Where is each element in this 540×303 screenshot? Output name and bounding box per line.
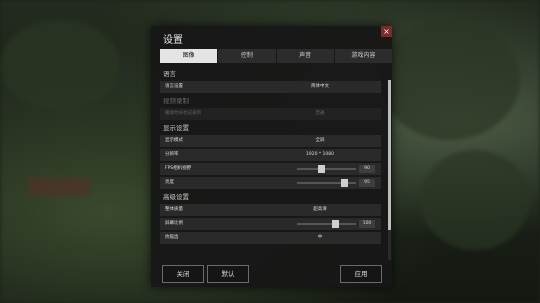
tab-graphics[interactable]: 图像 — [160, 49, 218, 63]
tab-audio[interactable]: 声音 — [276, 49, 334, 63]
slider-thumb[interactable] — [318, 165, 326, 173]
setting-value[interactable]: 简体中文 — [290, 81, 350, 93]
setting-video-record: 播放时间也记录到 普通 — [160, 108, 381, 120]
slider-thumb[interactable] — [331, 220, 339, 228]
setting-language[interactable]: 语言设置 简体中文 — [160, 81, 381, 93]
tab-gameplay[interactable]: 游戏内容 — [334, 49, 392, 63]
setting-overall-quality[interactable]: 整体质量 超高清 — [160, 204, 381, 216]
close-icon[interactable]: × — [381, 26, 392, 37]
tab-controls[interactable]: 控制 — [218, 49, 276, 63]
default-button[interactable]: 默认 — [207, 265, 249, 283]
background-house — [28, 178, 90, 196]
setting-anti-aliasing[interactable]: 抗锯齿 中 — [160, 232, 381, 244]
dialog-footer: 关闭 默认 应用 — [160, 265, 393, 283]
settings-dialog: 设置 × 图像 控制 声音 游戏内容 语言 语言设置 简体中文 视频录制 播放时… — [151, 26, 392, 287]
setting-fps-fov: FPS相机视野 90 — [160, 163, 381, 175]
screen-scale-number-input[interactable]: 100 — [359, 220, 375, 228]
setting-value: 普通 — [315, 111, 325, 116]
brightness-slider[interactable] — [297, 179, 356, 187]
setting-display-mode[interactable]: 显示模式 全屏 — [160, 135, 381, 147]
scrollbar-thumb[interactable] — [388, 80, 391, 230]
setting-label: 显示模式 — [165, 138, 183, 143]
background-tree — [0, 20, 120, 110]
setting-label: 播放时间也记录到 — [165, 111, 201, 116]
setting-label: 亮度 — [165, 180, 174, 185]
setting-value[interactable]: 1920 * 1080 — [290, 149, 350, 161]
setting-value[interactable]: 全屏 — [290, 135, 350, 147]
setting-label: 分辨率 — [165, 152, 179, 157]
close-button[interactable]: 关闭 — [162, 265, 204, 283]
section-display-title: 显示设置 — [163, 124, 189, 132]
background-tree — [420, 150, 530, 250]
scrollbar[interactable] — [388, 80, 391, 260]
setting-screen-scale: 屏幕比例 100 — [160, 218, 381, 230]
fov-number-input[interactable]: 90 — [359, 165, 375, 173]
setting-brightness: 亮度 95 — [160, 177, 381, 189]
section-advanced-title: 高级设置 — [163, 193, 189, 201]
setting-value[interactable]: 超高清 — [290, 204, 350, 216]
tab-bar: 图像 控制 声音 游戏内容 — [160, 49, 393, 63]
slider-thumb[interactable] — [340, 179, 348, 187]
setting-label: 抗锯齿 — [165, 235, 179, 240]
setting-label: FPS相机视野 — [165, 166, 192, 171]
setting-label: 整体质量 — [165, 207, 183, 212]
section-video-title: 视频录制 — [163, 97, 189, 105]
fov-slider[interactable] — [297, 165, 356, 173]
setting-resolution[interactable]: 分辨率 1920 * 1080 — [160, 149, 381, 161]
setting-value[interactable]: 中 — [290, 232, 350, 244]
background-tree — [380, 20, 520, 140]
setting-label: 屏幕比例 — [165, 221, 183, 226]
apply-button[interactable]: 应用 — [340, 265, 382, 283]
settings-panel: 语言 语言设置 简体中文 视频录制 播放时间也记录到 普通 显示设置 显示模式 … — [160, 66, 393, 274]
brightness-number-input[interactable]: 95 — [359, 179, 375, 187]
dialog-title: 设置 — [163, 35, 183, 46]
section-language-title: 语言 — [163, 70, 176, 78]
setting-label: 语言设置 — [165, 84, 183, 89]
screen-scale-slider[interactable] — [297, 220, 356, 228]
